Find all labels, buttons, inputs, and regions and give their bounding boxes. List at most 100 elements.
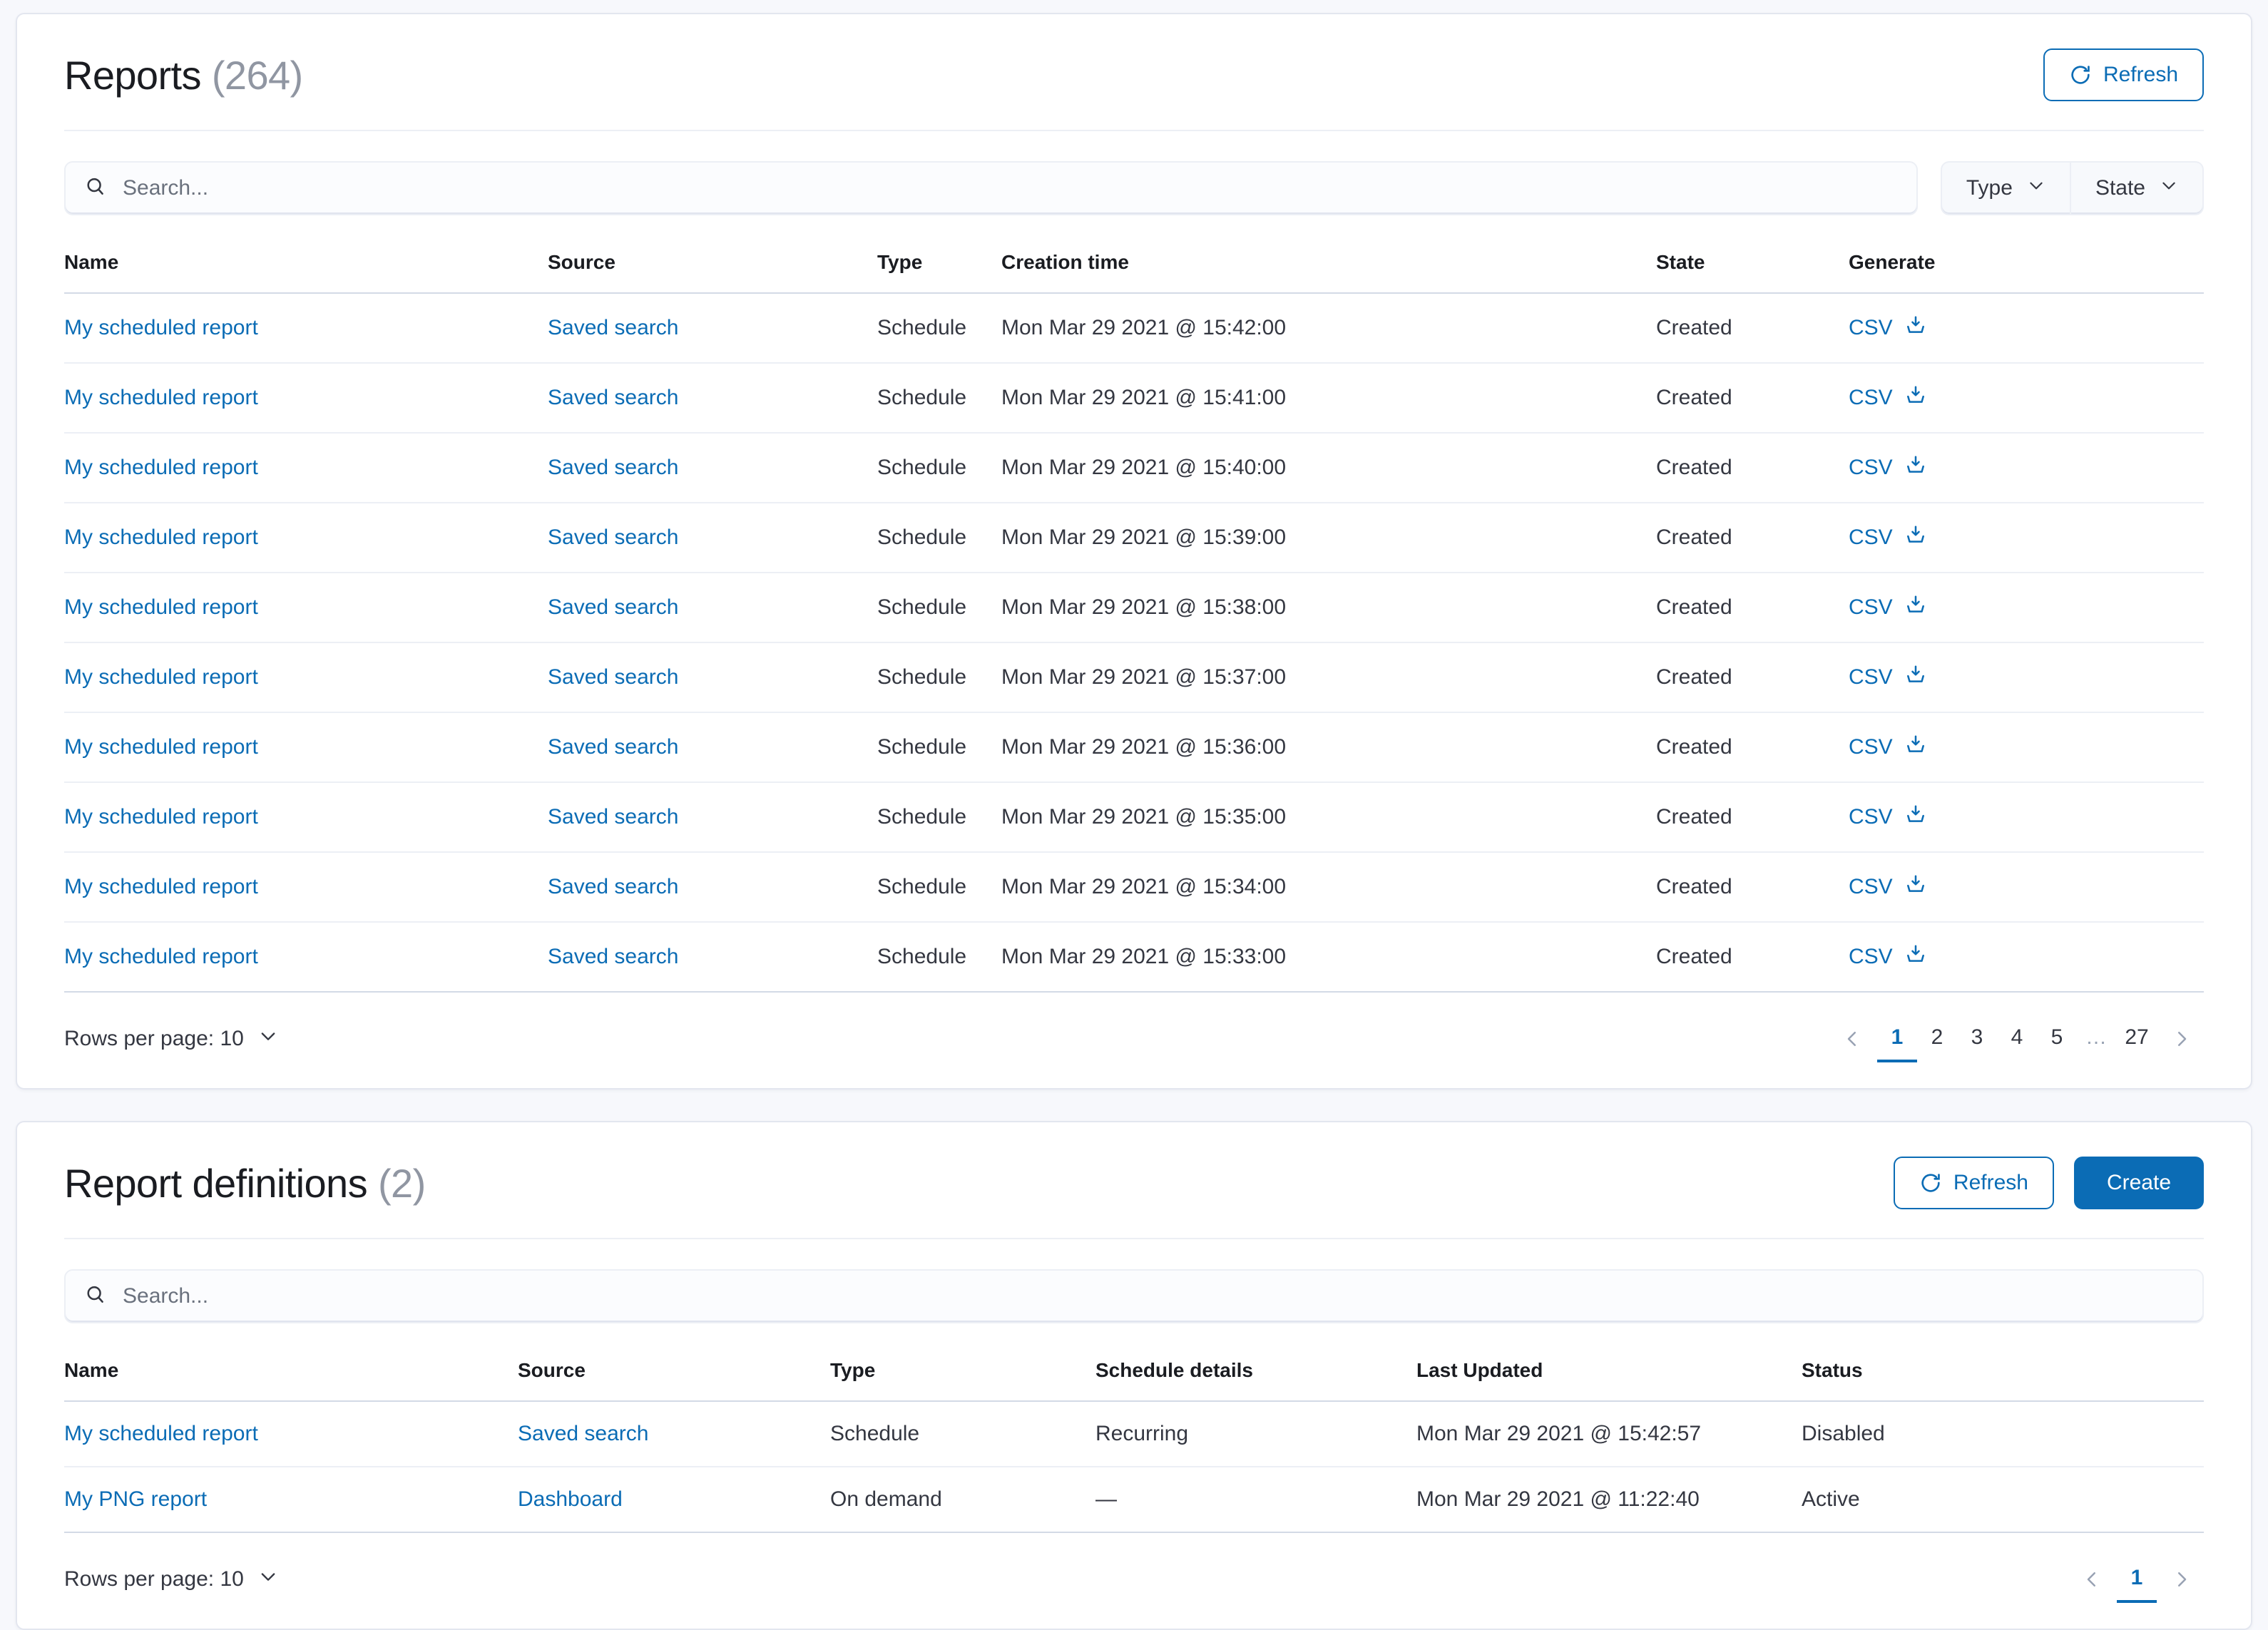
definition-source-link[interactable]: Dashboard [518,1487,623,1511]
cell-state: Created [1656,503,1849,573]
pagination-page-1[interactable]: 1 [2117,1556,2157,1603]
reports-controls: Search... Type State [64,131,2204,244]
generate-csv-label: CSV [1849,316,1893,339]
pagination-page-5[interactable]: 5 [2037,1015,2077,1060]
definition-source-link[interactable]: Saved search [518,1422,648,1445]
cell-generate: CSV [1849,712,2204,783]
previous-page-icon[interactable] [2070,1557,2114,1601]
definitions-table-footer: Rows per page: 10 1 [64,1533,2204,1629]
reports-filter-group: Type State [1940,161,2204,215]
report-source-link[interactable]: Saved search [548,875,678,898]
cell-name: My scheduled report [64,782,548,853]
report-name-link[interactable]: My scheduled report [64,386,258,409]
cell-type: Schedule [877,503,1001,573]
report-name-link[interactable]: My scheduled report [64,945,258,968]
cell-state: Created [1656,642,1849,713]
next-page-icon[interactable] [2160,1557,2204,1601]
cell-source: Saved search [548,712,877,783]
generate-csv-link[interactable]: CSV [1849,384,1927,412]
create-button[interactable]: Create [2073,1157,2204,1209]
report-source-link[interactable]: Saved search [548,805,678,829]
pagination-page-4[interactable]: 4 [1997,1015,2037,1060]
generate-csv-link[interactable]: CSV [1849,733,1927,762]
report-name-link[interactable]: My scheduled report [64,456,258,479]
reports-page-list: 1 2 3 4 5 … 27 [1877,1015,2157,1062]
definitions-table-body: My scheduled report Saved search Schedule R… [64,1401,2204,1533]
pagination-ellipsis: … [2085,1025,2108,1049]
definitions-header-actions: Refresh Create [1893,1157,2204,1209]
cell-generate: CSV [1849,573,2204,643]
cell-state: Created [1656,293,1849,364]
download-icon [1904,943,1927,971]
reports-refresh-button[interactable]: Refresh [2043,48,2204,101]
filter-type-button[interactable]: Type [1940,161,2070,215]
search-icon [84,175,107,202]
generate-csv-link[interactable]: CSV [1849,593,1927,622]
definitions-panel-header: Report definitions (2) Refresh Create [64,1122,2204,1238]
report-source-link[interactable]: Saved search [548,945,678,968]
generate-csv-link[interactable]: CSV [1849,873,1927,901]
table-row: My scheduled report Saved search Schedule M… [64,922,2204,993]
pagination-page-1[interactable]: 1 [1877,1015,1917,1062]
generate-csv-link[interactable]: CSV [1849,943,1927,971]
definitions-search-box[interactable]: Search... [64,1269,2204,1323]
search-icon [84,1283,107,1310]
column-header-type: Type [877,244,1001,294]
cell-source: Saved search [548,363,877,434]
table-row: My PNG report Dashboard On demand — Mon Mar … [64,1467,2204,1533]
definitions-refresh-button[interactable]: Refresh [1893,1157,2054,1209]
report-source-link[interactable]: Saved search [548,665,678,689]
chevron-down-icon [2027,176,2045,200]
generate-csv-link[interactable]: CSV [1849,663,1927,692]
report-name-link[interactable]: My scheduled report [64,665,258,689]
cell-creation-time: Mon Mar 29 2021 @ 15:37:00 [1001,642,1656,713]
report-name-link[interactable]: My scheduled report [64,526,258,549]
pagination-page-27[interactable]: 27 [2117,1015,2157,1060]
reports-search-box[interactable]: Search... [64,161,1918,215]
pagination-page-2[interactable]: 2 [1917,1015,1957,1060]
report-name-link[interactable]: My scheduled report [64,805,258,829]
pagination-page-3[interactable]: 3 [1957,1015,1997,1060]
definition-name-link[interactable]: My PNG report [64,1487,207,1511]
generate-csv-label: CSV [1849,875,1893,898]
next-page-icon[interactable] [2160,1017,2204,1061]
generate-csv-label: CSV [1849,526,1893,549]
cell-type: Schedule [830,1401,1095,1467]
definition-name-link[interactable]: My scheduled report [64,1422,258,1445]
report-name-link[interactable]: My scheduled report [64,316,258,339]
definitions-table-head: Name Source Type Schedule details Last U… [64,1352,2204,1402]
reports-search-placeholder: Search... [123,176,209,200]
cell-generate: CSV [1849,642,2204,713]
table-row: My scheduled report Saved search Schedule M… [64,852,2204,923]
generate-csv-link[interactable]: CSV [1849,803,1927,831]
report-source-link[interactable]: Saved search [548,595,678,619]
cell-type: On demand [830,1467,1095,1533]
cell-state: Created [1656,852,1849,923]
cell-generate: CSV [1849,922,2204,993]
definitions-controls: Search... [64,1239,2204,1352]
report-name-link[interactable]: My scheduled report [64,735,258,759]
reports-rows-per-page[interactable]: Rows per page: 10 [64,1026,278,1052]
report-source-link[interactable]: Saved search [548,386,678,409]
cell-creation-time: Mon Mar 29 2021 @ 15:35:00 [1001,782,1656,853]
filter-state-button[interactable]: State [2070,161,2204,215]
filter-type-label: Type [1966,176,2013,200]
report-source-link[interactable]: Saved search [548,316,678,339]
definitions-header-row: Name Source Type Schedule details Last U… [64,1352,2204,1402]
cell-name: My PNG report [64,1467,518,1533]
generate-csv-link[interactable]: CSV [1849,523,1927,552]
generate-csv-link[interactable]: CSV [1849,453,1927,482]
report-source-link[interactable]: Saved search [548,456,678,479]
report-source-link[interactable]: Saved search [548,735,678,759]
table-row: My scheduled report Saved search Schedule R… [64,1401,2204,1467]
generate-csv-link[interactable]: CSV [1849,314,1927,342]
report-name-link[interactable]: My scheduled report [64,595,258,619]
cell-name: My scheduled report [64,433,548,503]
previous-page-icon[interactable] [1830,1017,1874,1061]
report-source-link[interactable]: Saved search [548,526,678,549]
definitions-rows-per-page[interactable]: Rows per page: 10 [64,1567,278,1592]
cell-last-updated: Mon Mar 29 2021 @ 15:42:57 [1416,1401,1802,1467]
cell-creation-time: Mon Mar 29 2021 @ 15:38:00 [1001,573,1656,643]
report-name-link[interactable]: My scheduled report [64,875,258,898]
cell-source: Dashboard [518,1467,830,1533]
